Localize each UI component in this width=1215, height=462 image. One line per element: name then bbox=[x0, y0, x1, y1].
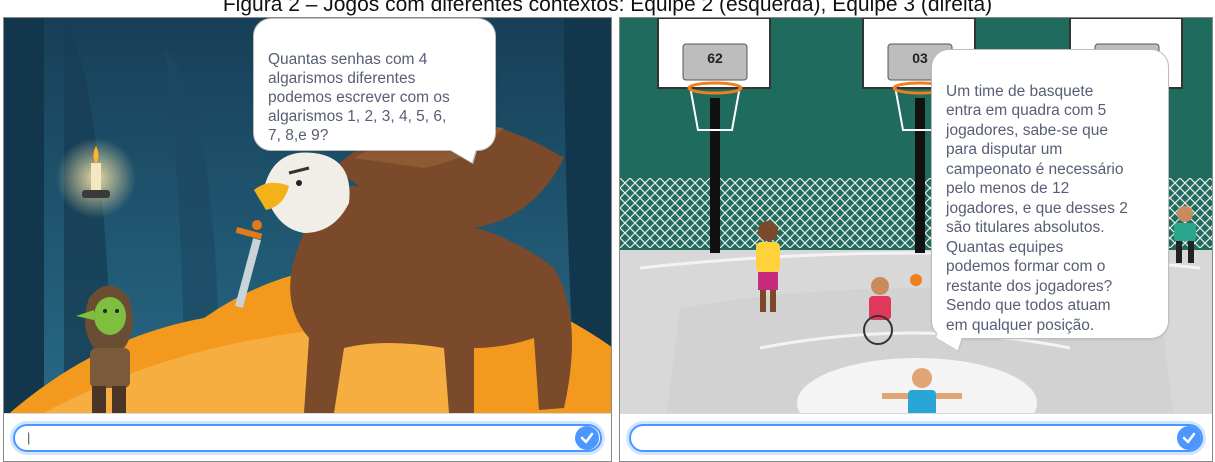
answer-input[interactable] bbox=[629, 424, 1203, 452]
candle-icon bbox=[91, 163, 101, 191]
basketball-icon bbox=[910, 274, 922, 286]
question-speech-bubble: Quantas senhas com 4 algarismos diferent… bbox=[253, 18, 496, 164]
check-icon bbox=[1182, 432, 1196, 444]
scoreboard-middle: 03 bbox=[912, 50, 928, 66]
question-text: Um time de basquete entra em quadra com … bbox=[946, 82, 1128, 334]
figure-caption: Figura 2 – Jogos com diferentes contexto… bbox=[222, 0, 993, 16]
answer-bar bbox=[620, 413, 1212, 461]
answer-bar: | bbox=[4, 413, 611, 461]
left-game-stage: Quantas senhas com 4 algarismos diferent… bbox=[3, 17, 612, 462]
submit-button[interactable] bbox=[1177, 426, 1201, 450]
scoreboard-left: 62 bbox=[707, 50, 723, 66]
answer-input[interactable]: | bbox=[13, 424, 602, 452]
right-game-stage: 62 03 Um time de basquete entra em quadr… bbox=[619, 17, 1213, 462]
check-icon bbox=[580, 432, 594, 444]
submit-button[interactable] bbox=[575, 426, 599, 450]
question-speech-bubble: Um time de basquete entra em quadra com … bbox=[931, 49, 1169, 352]
question-text: Quantas senhas com 4 algarismos diferent… bbox=[268, 51, 450, 144]
